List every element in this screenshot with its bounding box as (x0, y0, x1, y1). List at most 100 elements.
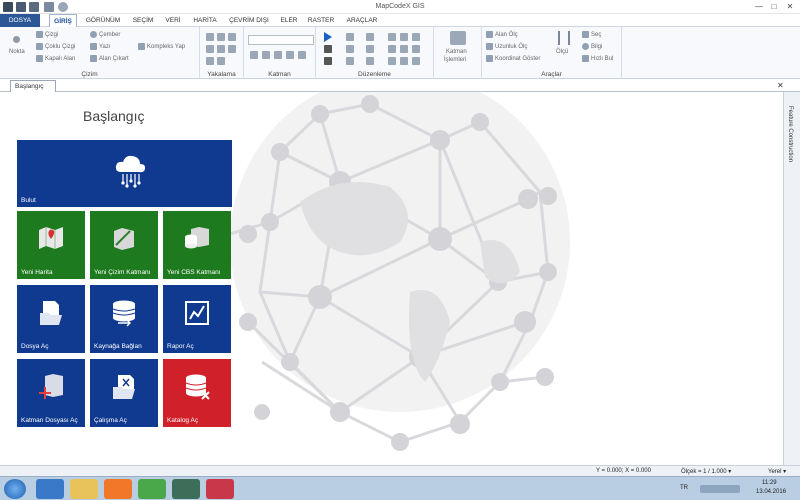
zoom-icon[interactable] (298, 51, 306, 59)
layer-select[interactable] (248, 35, 314, 45)
move-icon[interactable] (346, 33, 354, 41)
clock-date[interactable]: 13.04.2016 (756, 489, 786, 495)
alan-cikart-button[interactable]: Alan Çıkart (90, 55, 129, 62)
alan-olc-button[interactable]: Alan Ölç (486, 31, 518, 38)
vertex-icon[interactable] (400, 57, 408, 65)
network-node (330, 402, 350, 422)
group-duzenleme: Düzenleme (316, 27, 434, 79)
snap-icon[interactable] (206, 45, 214, 53)
group-cizim: Nokta Çizgi Çoklu Çizgi Kapalı Alan Çemb… (0, 27, 200, 79)
scale-dropdown[interactable]: Ölçek = 1 / 1.000 ▾ (681, 468, 731, 475)
coklu-cizgi-button[interactable]: Çoklu Çizgi (36, 43, 75, 50)
tab-veri[interactable]: VERİ (163, 14, 183, 27)
chrome-icon[interactable] (138, 479, 166, 499)
file-explorer-icon[interactable] (70, 479, 98, 499)
tray-icons[interactable] (700, 485, 740, 493)
snap-icon[interactable] (206, 57, 214, 65)
nokta-button[interactable]: Nokta (9, 49, 25, 55)
close-button[interactable]: ✕ (783, 1, 797, 12)
tile-yeni-cizim-katmani[interactable]: Yeni Çizim Katmanı (90, 211, 158, 279)
select-arrow-icon[interactable] (324, 32, 332, 42)
edit-icon[interactable] (366, 57, 374, 65)
uzunluk-olc-button[interactable]: Uzunluk Ölç (486, 43, 527, 50)
ie-browser-icon[interactable] (36, 479, 64, 499)
tab-raster[interactable]: RASTER (306, 14, 336, 27)
tab-gorunum[interactable]: GÖRÜNÜM (83, 14, 123, 27)
page-title: Başlangıç (83, 108, 145, 124)
vertex-icon[interactable] (412, 33, 420, 41)
tab-giris[interactable]: GİRİŞ (49, 14, 77, 27)
app-window-icon[interactable] (172, 479, 200, 499)
bilgi-button[interactable]: Bilgi (582, 43, 602, 50)
tab-cevrim-disi[interactable]: ÇEVRİM DIŞI (228, 14, 270, 27)
media-player-icon[interactable] (104, 479, 132, 499)
zoom-icon[interactable] (262, 51, 270, 59)
cember-button[interactable]: Çember (90, 31, 120, 38)
tile-katman-dosyasi-ac[interactable]: Katman Dosyası Aç (17, 359, 85, 427)
snap-icon[interactable] (217, 33, 225, 41)
tile-rapor-ac[interactable]: Rapor Aç (163, 285, 231, 353)
tile-calisma-ac[interactable]: Çalışma Aç (90, 359, 158, 427)
network-node (254, 404, 270, 420)
kapali-alan-label: Kapalı Alan (45, 56, 76, 63)
tab-dosya[interactable]: DOSYA (0, 14, 40, 27)
tab-secim[interactable]: SEÇİM (129, 14, 157, 27)
tile-yeni-cbs-katmani[interactable]: Yeni CBS Katmanı (163, 211, 231, 279)
tile-kaynaga-baglan[interactable]: Kaynağa Bağlan (90, 285, 158, 353)
vertex-icon[interactable] (388, 45, 396, 53)
sec-button[interactable]: Seç (582, 31, 601, 38)
layer-file-icon (39, 374, 63, 399)
vertex-icon[interactable] (412, 57, 420, 65)
snap-icon[interactable] (217, 45, 225, 53)
tile-katalog-ac[interactable]: Katalog Aç (163, 359, 231, 427)
save-edit-icon[interactable] (324, 57, 332, 65)
cizgi-button[interactable]: Çizgi (36, 31, 58, 38)
edit-icon[interactable] (366, 45, 374, 53)
info-icon (582, 43, 589, 50)
edit-icon[interactable] (346, 45, 354, 53)
tab-eler[interactable]: ELER (278, 14, 300, 27)
snap-icon[interactable] (206, 33, 214, 41)
edit-icon[interactable] (346, 57, 354, 65)
zoom-icon[interactable] (274, 51, 282, 59)
start-button-icon[interactable] (4, 479, 26, 499)
mapcodex-app-icon[interactable] (206, 479, 234, 499)
tile-bulut[interactable]: Bulut (17, 140, 232, 207)
tile-dosya-ac[interactable]: Dosya Aç (17, 285, 85, 353)
minimize-button[interactable]: — (752, 1, 766, 12)
vertex-icon[interactable] (388, 33, 396, 41)
kompleks-yap-button[interactable]: Kompleks Yap (138, 43, 185, 50)
group-label-katman: Katman (268, 71, 291, 78)
maximize-button[interactable]: □ (767, 1, 781, 12)
zoom-icon[interactable] (286, 51, 294, 59)
clock-time[interactable]: 11:29 (762, 480, 777, 486)
kapali-alan-button[interactable]: Kapalı Alan (36, 55, 75, 62)
tile-yeni-harita[interactable]: Yeni Harita (17, 211, 85, 279)
tab-araclar[interactable]: ARAÇLAR (344, 14, 380, 27)
yazi-button[interactable]: Yazı (90, 43, 111, 50)
tile-label: Katalog Aç (167, 417, 199, 424)
zoom-icon[interactable] (250, 51, 258, 59)
ruler-icon (486, 43, 493, 50)
vertex-icon[interactable] (412, 45, 420, 53)
edit-icon[interactable] (366, 33, 374, 41)
tab-baslangic[interactable]: Başlangıç (10, 80, 56, 92)
tab-harita[interactable]: HARİTA (190, 14, 220, 27)
group-katman-islemleri[interactable]: Katman İşlemleri (434, 27, 482, 79)
polygon-icon (36, 55, 43, 62)
mode-dropdown[interactable]: Yerel ▾ (768, 468, 786, 475)
language-indicator[interactable]: TR (680, 485, 688, 491)
hizli-bul-button[interactable]: Hızlı Bul (582, 55, 613, 62)
snap-icon[interactable] (217, 57, 225, 65)
vertex-icon[interactable] (388, 57, 396, 65)
vertex-icon[interactable] (400, 45, 408, 53)
feature-construction-panel[interactable]: Feature Construction (783, 92, 800, 465)
stop-icon[interactable] (324, 45, 332, 53)
snap-icon[interactable] (228, 45, 236, 53)
koordinat-goster-button[interactable]: Koordinat Göster (486, 55, 540, 62)
network-node (491, 373, 509, 391)
olcu-button[interactable]: Ölçü (556, 49, 568, 55)
close-document-button[interactable]: ✕ (777, 81, 784, 90)
vertex-icon[interactable] (400, 33, 408, 41)
snap-icon[interactable] (228, 33, 236, 41)
